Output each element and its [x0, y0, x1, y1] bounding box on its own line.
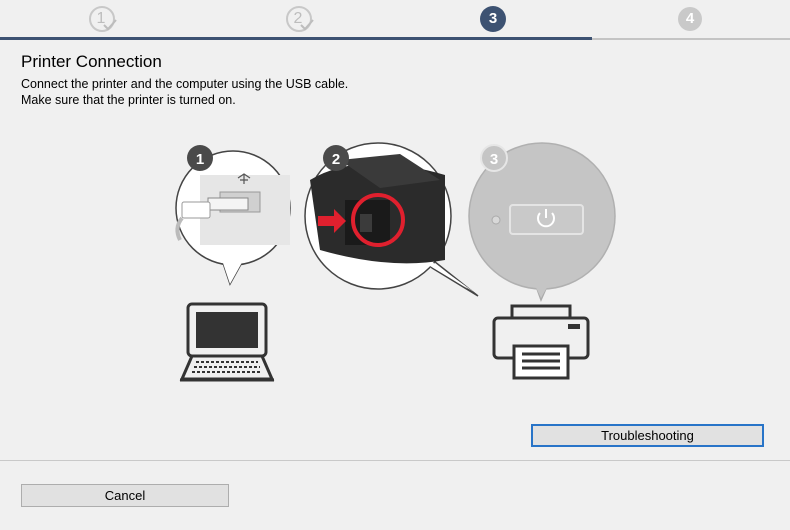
- page-title: Printer Connection: [21, 52, 162, 71]
- progress-line-remaining: [592, 38, 790, 40]
- instruction-line-1: Connect the printer and the computer usi…: [21, 77, 349, 91]
- callout-2-number: 2: [332, 151, 340, 168]
- printer-icon: [492, 304, 590, 380]
- laptop-icon: [179, 302, 275, 382]
- checkmark-icon: [103, 19, 117, 31]
- step-1-done: 1: [89, 6, 117, 32]
- footer-separator: [0, 460, 790, 461]
- step-indicator: 1 2 3 4: [0, 0, 790, 40]
- step-2-done: 2: [286, 6, 314, 32]
- usb-connection-bubble: [175, 150, 291, 286]
- troubleshooting-button[interactable]: Troubleshooting: [531, 424, 764, 447]
- step-3-number: 3: [488, 10, 498, 27]
- step-4-future: 4: [678, 7, 702, 31]
- progress-line-done: [0, 37, 592, 40]
- step-3-current: 3: [480, 6, 506, 32]
- callout-3-number: 3: [490, 151, 498, 168]
- instruction-line-2: Make sure that the printer is turned on.: [21, 93, 236, 107]
- checkmark-icon: [300, 19, 314, 31]
- cancel-button[interactable]: Cancel: [21, 484, 229, 507]
- callout-1-number: 1: [196, 151, 204, 168]
- step-4-number: 4: [685, 10, 695, 27]
- connection-illustration: 1 2 3: [175, 142, 616, 382]
